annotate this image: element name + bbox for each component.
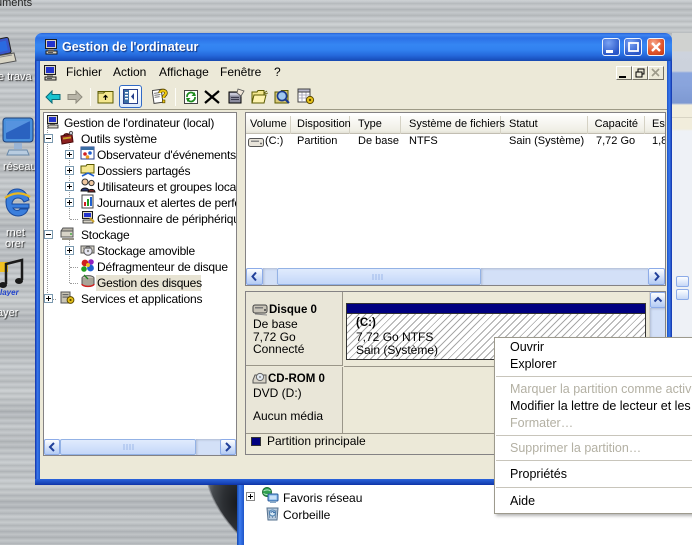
svg-text:layer: layer: [0, 288, 20, 296]
